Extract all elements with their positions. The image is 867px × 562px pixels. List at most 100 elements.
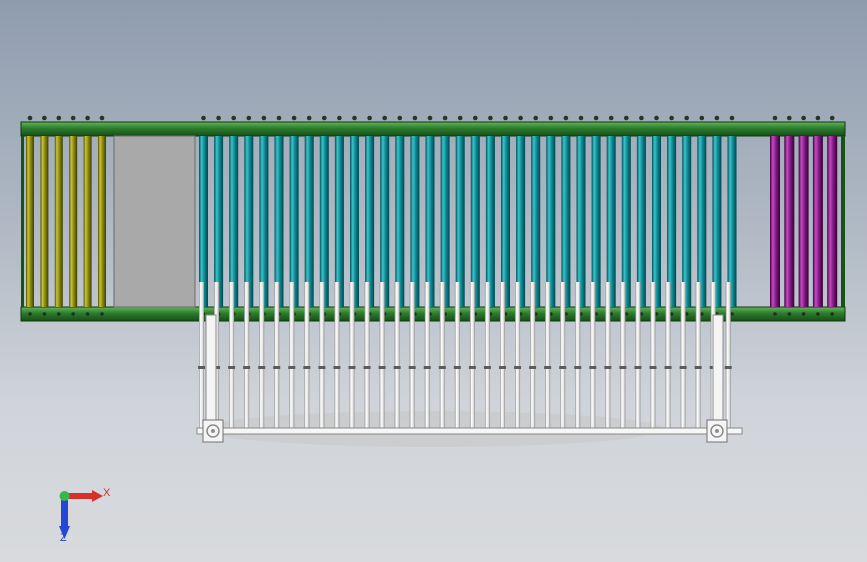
teal-roller-11[interactable] xyxy=(350,136,359,307)
purple-roller-5[interactable] xyxy=(827,136,838,307)
white-rod-8[interactable] xyxy=(304,282,310,430)
white-rod-7[interactable] xyxy=(289,282,295,430)
white-rod-12[interactable] xyxy=(364,282,370,430)
yellow-roller-5[interactable] xyxy=(83,136,92,307)
teal-roller-30[interactable] xyxy=(636,136,646,307)
teal-roller-17[interactable] xyxy=(440,136,450,307)
teal-roller-6[interactable] xyxy=(274,136,284,307)
left-bearing-block[interactable] xyxy=(202,419,224,443)
teal-roller-18[interactable] xyxy=(455,136,465,307)
cad-viewport[interactable]: X Z xyxy=(0,0,867,562)
white-rod-17[interactable] xyxy=(439,282,445,430)
teal-roller-32[interactable] xyxy=(667,136,677,307)
teal-roller-23[interactable] xyxy=(531,136,541,307)
yellow-roller-3[interactable] xyxy=(54,136,63,307)
white-rod-1[interactable] xyxy=(199,282,204,430)
yellow-roller-1[interactable] xyxy=(26,136,34,307)
right-bearing-block[interactable] xyxy=(706,419,728,443)
top-bolt-left-3 xyxy=(56,115,62,121)
teal-roller-1[interactable] xyxy=(199,136,208,307)
roller-conveyor[interactable] xyxy=(20,115,846,322)
teal-roller-15[interactable] xyxy=(410,136,420,307)
white-rod-27[interactable] xyxy=(590,282,596,430)
white-rod-22[interactable] xyxy=(515,282,521,430)
left-support-column[interactable] xyxy=(205,314,217,434)
top-side-frame[interactable] xyxy=(20,121,846,137)
teal-roller-20[interactable] xyxy=(485,136,495,307)
white-rod-6[interactable] xyxy=(274,282,280,430)
yellow-roller-6[interactable] xyxy=(98,136,106,307)
white-rod-26[interactable] xyxy=(575,282,581,430)
teal-roller-21[interactable] xyxy=(501,136,510,307)
purple-roller-4[interactable] xyxy=(812,136,823,307)
white-rod-14[interactable] xyxy=(394,282,400,430)
white-rod-10[interactable] xyxy=(334,282,340,430)
yellow-roller-4[interactable] xyxy=(69,136,78,307)
white-rod-23[interactable] xyxy=(530,282,536,430)
white-rod-21[interactable] xyxy=(500,282,505,430)
white-rod-13[interactable] xyxy=(379,282,385,430)
white-rod-28[interactable] xyxy=(605,282,611,430)
teal-roller-31[interactable] xyxy=(652,136,661,307)
teal-roller-28[interactable] xyxy=(606,136,616,307)
white-rod-15[interactable] xyxy=(409,282,415,430)
empty-conveyor-panel[interactable] xyxy=(113,135,196,308)
teal-roller-26[interactable] xyxy=(576,136,586,307)
white-rod-32[interactable] xyxy=(665,282,671,430)
white-rod-34[interactable] xyxy=(695,282,701,430)
middle-teal-roller-group[interactable] xyxy=(199,136,737,307)
teal-roller-7[interactable] xyxy=(289,136,299,307)
coordinate-axes[interactable]: X Z xyxy=(59,487,111,544)
white-rod-31[interactable] xyxy=(650,282,656,430)
teal-roller-14[interactable] xyxy=(395,136,405,307)
right-purple-roller-group[interactable] xyxy=(770,136,838,307)
purple-roller-3[interactable] xyxy=(798,136,809,307)
purple-roller-2[interactable] xyxy=(784,136,795,307)
yellow-roller-2[interactable] xyxy=(40,136,49,307)
left-yellow-roller-group[interactable] xyxy=(26,136,106,307)
teal-roller-33[interactable] xyxy=(682,136,692,307)
teal-roller-24[interactable] xyxy=(546,136,556,307)
white-rod-36[interactable] xyxy=(725,282,731,430)
teal-roller-27[interactable] xyxy=(591,136,601,307)
lower-cross-bar[interactable] xyxy=(196,427,743,435)
white-rod-24[interactable] xyxy=(545,282,551,430)
teal-roller-3[interactable] xyxy=(229,136,239,307)
white-rod-9[interactable] xyxy=(319,282,325,430)
right-support-column[interactable] xyxy=(712,314,724,434)
teal-roller-5[interactable] xyxy=(259,136,269,307)
teal-roller-29[interactable] xyxy=(621,136,631,307)
white-rod-30[interactable] xyxy=(635,282,641,430)
purple-roller-1[interactable] xyxy=(770,136,780,307)
teal-roller-12[interactable] xyxy=(365,136,375,307)
conveyor-cad-model[interactable]: X Z xyxy=(0,0,867,562)
teal-roller-13[interactable] xyxy=(380,136,390,307)
teal-roller-2[interactable] xyxy=(214,136,224,307)
teal-roller-25[interactable] xyxy=(561,136,571,307)
white-rod-3[interactable] xyxy=(229,282,235,430)
white-rod-array[interactable] xyxy=(198,282,732,430)
white-rod-11[interactable] xyxy=(349,282,355,430)
teal-roller-16[interactable] xyxy=(425,136,435,307)
white-rod-33[interactable] xyxy=(680,282,686,430)
white-rod-19[interactable] xyxy=(469,282,475,430)
white-rod-16[interactable] xyxy=(424,282,430,430)
white-rod-18[interactable] xyxy=(454,282,460,430)
white-rod-25[interactable] xyxy=(560,282,566,430)
top-bolt-middle-7 xyxy=(291,115,297,121)
teal-roller-9[interactable] xyxy=(319,136,329,307)
white-rod-20[interactable] xyxy=(484,282,490,430)
teal-roller-36[interactable] xyxy=(727,136,737,307)
bottom-bolt-right-5 xyxy=(830,312,834,316)
white-rod-5[interactable] xyxy=(259,282,265,430)
rod-marker-23 xyxy=(529,366,537,369)
teal-roller-4[interactable] xyxy=(244,136,254,307)
teal-roller-35[interactable] xyxy=(712,136,722,307)
teal-roller-19[interactable] xyxy=(470,136,480,307)
white-rod-29[interactable] xyxy=(620,282,626,430)
teal-roller-8[interactable] xyxy=(304,136,314,307)
white-rod-4[interactable] xyxy=(244,282,250,430)
teal-roller-22[interactable] xyxy=(516,136,526,307)
teal-roller-34[interactable] xyxy=(697,136,707,307)
teal-roller-10[interactable] xyxy=(334,136,344,307)
